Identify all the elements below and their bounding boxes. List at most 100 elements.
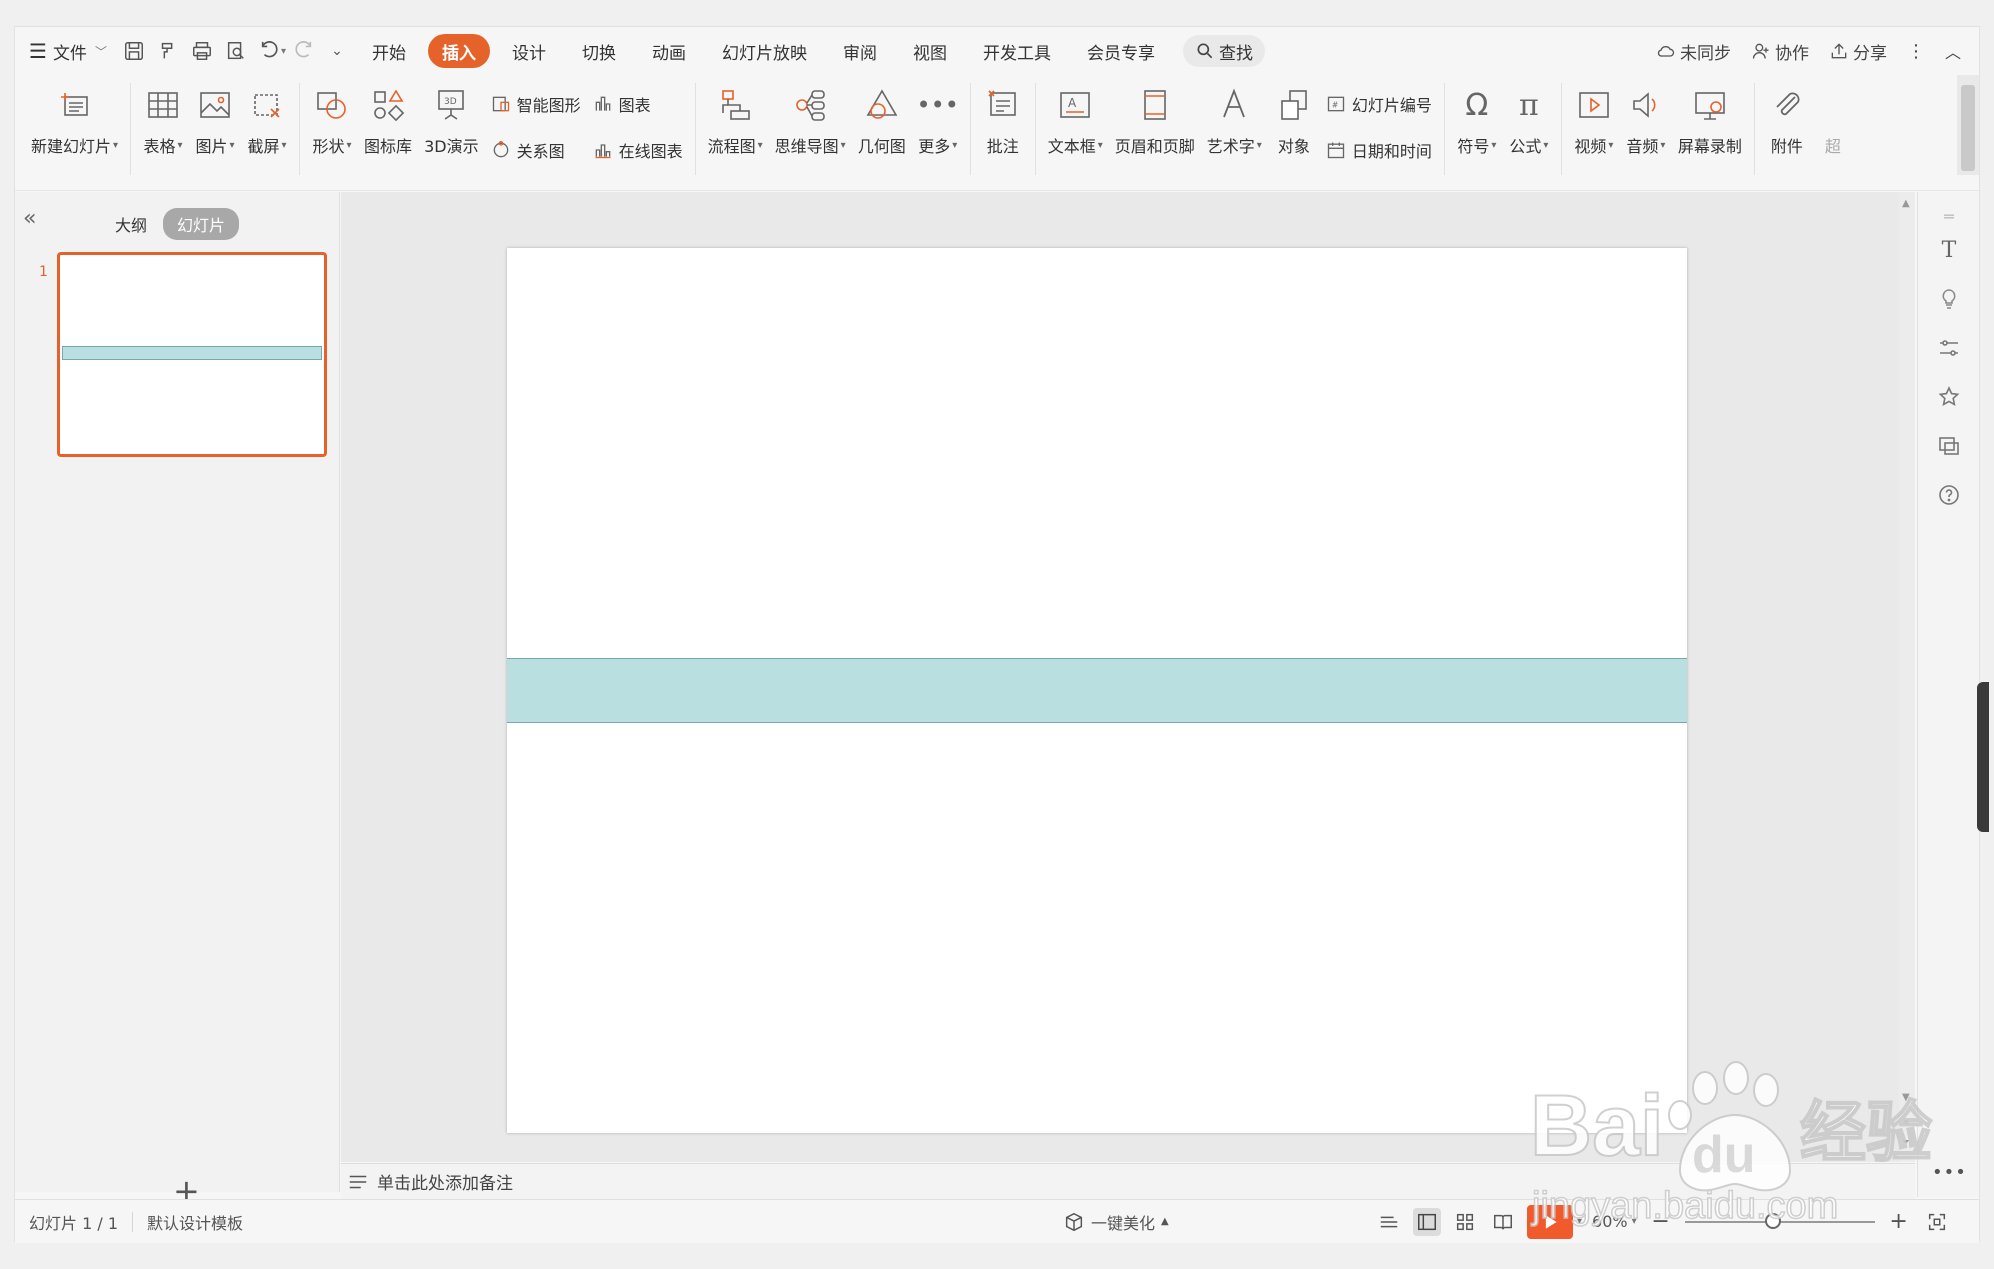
format-painter-icon[interactable]: [151, 34, 185, 68]
band-shape[interactable]: [507, 658, 1687, 723]
online-chart-button[interactable]: 在线图表: [593, 133, 683, 167]
ribbon-scroll-thumb[interactable]: [1961, 85, 1975, 171]
lightbulb-icon[interactable]: [1935, 285, 1963, 313]
textbox-button[interactable]: A 文本框 ▾: [1042, 75, 1109, 185]
notes-toggle-icon[interactable]: [1375, 1208, 1403, 1236]
collapse-ribbon-icon[interactable]: ︿: [1937, 39, 1969, 63]
zoom-slider-thumb[interactable]: [1764, 1212, 1781, 1229]
chart-button[interactable]: 图表: [593, 87, 683, 121]
slide-count: 幻灯片 1 / 1: [29, 1213, 119, 1233]
video-button[interactable]: 视频 ▾: [1568, 75, 1620, 185]
beautify-button[interactable]: 一键美化 ▲: [1063, 1210, 1169, 1234]
settings-sliders-icon[interactable]: [1935, 334, 1963, 362]
tab-design[interactable]: 设计: [494, 34, 564, 68]
tab-insert[interactable]: 插入: [427, 34, 490, 68]
collab-button[interactable]: 协作: [1743, 39, 1817, 64]
sync-button[interactable]: 未同步: [1648, 39, 1739, 64]
audio-button[interactable]: 音频 ▾: [1620, 75, 1672, 185]
zoom-level[interactable]: 60%: [1592, 1212, 1628, 1231]
tab-animation[interactable]: 动画: [634, 34, 704, 68]
reading-view-icon[interactable]: [1489, 1208, 1517, 1236]
table-button[interactable]: 表格 ▾: [137, 75, 189, 185]
attachment-button[interactable]: 附件: [1761, 75, 1813, 185]
tab-slides[interactable]: 幻灯片: [163, 208, 240, 240]
canvas-scrollbar[interactable]: ▲ ▼ ⏶ ⏷: [1899, 192, 1915, 1162]
zoom-dropdown-icon[interactable]: ▾: [1632, 1216, 1637, 1227]
slide-transform-icon[interactable]: [1935, 432, 1963, 460]
ribbon-separator: [694, 83, 696, 175]
save-icon[interactable]: [117, 34, 151, 68]
file-menu[interactable]: ☰ 文件 ﹀: [15, 34, 117, 68]
slide-canvas[interactable]: [507, 248, 1687, 1133]
shape-button[interactable]: 形状 ▾: [306, 75, 358, 185]
notes-bar[interactable]: 单击此处添加备注: [341, 1163, 1915, 1199]
redo-icon[interactable]: [286, 34, 320, 68]
smart-art-button[interactable]: 智能图形: [491, 87, 581, 121]
screen-record-button[interactable]: 屏幕录制: [1672, 75, 1748, 185]
overflow-icon: [1813, 85, 1853, 125]
fit-window-icon[interactable]: [1923, 1208, 1951, 1236]
zoom-out-icon[interactable]: −: [1647, 1208, 1675, 1236]
tab-outline[interactable]: 大纲: [115, 212, 147, 236]
symbol-button[interactable]: Ω 符号 ▾: [1451, 75, 1503, 185]
relation-button[interactable]: 关系图: [491, 133, 581, 167]
3d-demo-button[interactable]: 3D 3D演示: [418, 75, 485, 185]
slide-number-icon: #: [1327, 96, 1344, 112]
datetime-button[interactable]: 日期和时间: [1326, 133, 1432, 167]
share-button[interactable]: 分享: [1821, 39, 1895, 64]
tab-transition[interactable]: 切换: [564, 34, 634, 68]
scroll-up-icon[interactable]: ▲: [1902, 198, 1910, 209]
tab-view[interactable]: 视图: [895, 34, 965, 68]
mindmap-button[interactable]: 思维导图 ▾: [769, 75, 852, 185]
scroll-down-icon[interactable]: ▼: [1902, 1092, 1910, 1103]
wordart-button[interactable]: 艺术字 ▾: [1201, 75, 1268, 185]
sorter-view-icon[interactable]: [1451, 1208, 1479, 1236]
tab-home[interactable]: 开始: [354, 34, 424, 68]
more-button[interactable]: ••• 更多 ▾: [912, 75, 964, 185]
ribbon-scrollbar[interactable]: [1957, 75, 1979, 175]
template-name[interactable]: 默认设计模板: [147, 1210, 243, 1234]
text-format-icon[interactable]: T: [1935, 236, 1963, 264]
collapse-panel-icon[interactable]: «: [23, 206, 36, 231]
object-button[interactable]: 对象: [1268, 75, 1320, 185]
print-preview-icon[interactable]: [219, 34, 253, 68]
tab-slideshow[interactable]: 幻灯片放映: [704, 34, 825, 68]
prev-slide-icon[interactable]: ⏶: [1902, 1117, 1910, 1128]
table-icon: [143, 85, 183, 125]
flowchart-button[interactable]: 流程图 ▾: [702, 75, 769, 185]
geometry-button[interactable]: 几何图: [852, 75, 912, 185]
screenshot-button[interactable]: 截屏 ▾: [241, 75, 293, 185]
play-dropdown-icon[interactable]: ▾: [1577, 1216, 1582, 1227]
tab-member[interactable]: 会员专享: [1069, 34, 1173, 68]
header-footer-button[interactable]: 页眉和页脚: [1109, 75, 1201, 185]
calendar-icon: [1327, 142, 1344, 159]
tab-review[interactable]: 审阅: [825, 34, 895, 68]
formula-button[interactable]: π 公式 ▾: [1503, 75, 1555, 185]
slide-thumbnail[interactable]: [57, 252, 327, 457]
zoom-slider[interactable]: [1684, 1212, 1875, 1229]
overflow-button[interactable]: 超: [1813, 75, 1853, 185]
icon-library-button[interactable]: 图标库: [358, 75, 418, 185]
video-icon: [1574, 85, 1614, 125]
picture-button[interactable]: 图片 ▾: [189, 75, 241, 185]
customize-toolbar-icon[interactable]: ⌄: [320, 34, 354, 68]
search-button[interactable]: 查找: [1182, 35, 1265, 67]
normal-view-icon[interactable]: [1413, 1207, 1441, 1236]
comment-button[interactable]: 批注: [977, 75, 1029, 185]
slide-number-button[interactable]: # 幻灯片编号: [1326, 87, 1432, 121]
star-icon[interactable]: [1935, 383, 1963, 411]
new-slide-button[interactable]: 新建幻灯片 ▾: [25, 75, 124, 185]
more-menu-icon[interactable]: ⋮: [1899, 41, 1933, 62]
side-drag-handle[interactable]: [1977, 682, 1989, 832]
more-options-icon[interactable]: •••: [1932, 1162, 1967, 1183]
zoom-in-icon[interactable]: +: [1885, 1208, 1913, 1236]
help-icon[interactable]: [1935, 481, 1963, 509]
tab-developer[interactable]: 开发工具: [965, 34, 1069, 68]
print-icon[interactable]: [185, 34, 219, 68]
next-slide-icon[interactable]: ⏷: [1902, 1137, 1910, 1148]
play-slideshow-button[interactable]: [1527, 1204, 1573, 1239]
geometry-icon: [862, 85, 902, 125]
caret-up-icon: ▲: [1161, 1216, 1169, 1227]
file-menu-label: 文件: [52, 43, 87, 64]
thumb-band-shape: [62, 346, 322, 360]
